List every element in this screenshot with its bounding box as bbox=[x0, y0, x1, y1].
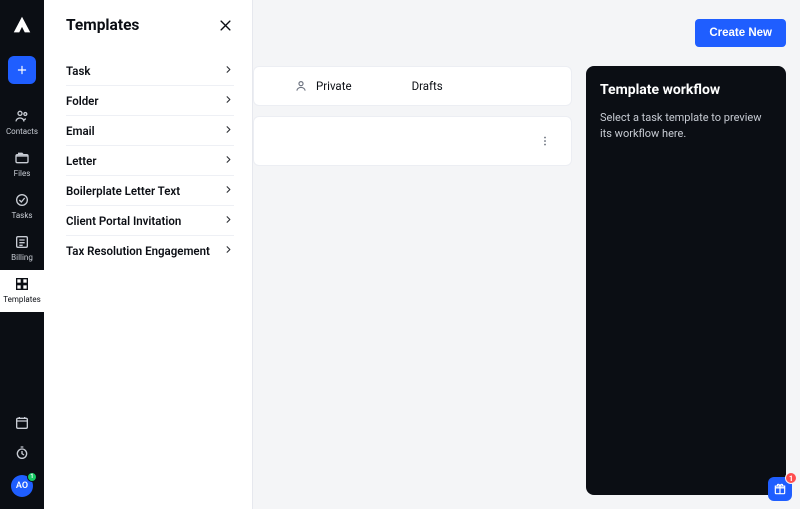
panel-item-tax[interactable]: Tax Resolution Engagement bbox=[66, 236, 234, 266]
help-badge: 1 bbox=[785, 472, 797, 484]
list-row bbox=[253, 116, 572, 166]
left-column: Private Drafts bbox=[253, 66, 572, 495]
close-icon bbox=[218, 18, 233, 33]
nav-contacts[interactable]: Contacts bbox=[0, 102, 44, 144]
templates-panel: Templates Task Folder Email Letter bbox=[44, 0, 253, 509]
nav-files[interactable]: Files bbox=[0, 144, 44, 186]
preview-title: Template workflow bbox=[600, 82, 772, 98]
files-icon bbox=[14, 150, 30, 166]
kebab-icon bbox=[538, 134, 552, 148]
nav-billing[interactable]: Billing bbox=[0, 228, 44, 270]
tab-drafts[interactable]: Drafts bbox=[412, 79, 443, 93]
nav-label: Files bbox=[14, 170, 31, 178]
panel-header: Templates bbox=[66, 16, 234, 34]
nav-label: Billing bbox=[11, 254, 33, 262]
app-root: Contacts Files Tasks Billing Templates bbox=[0, 0, 800, 509]
tab-row: Private Drafts bbox=[253, 66, 572, 106]
panel-item-invitation[interactable]: Client Portal Invitation bbox=[66, 206, 234, 236]
panel-item-label: Tax Resolution Engagement bbox=[66, 244, 210, 258]
chevron-right-icon bbox=[223, 184, 234, 198]
main-area: Create New Private Drafts bbox=[253, 0, 800, 509]
sidebar: Contacts Files Tasks Billing Templates bbox=[0, 0, 44, 509]
topbar: Create New bbox=[253, 0, 800, 66]
nav-tasks[interactable]: Tasks bbox=[0, 186, 44, 228]
nav-label: Templates bbox=[3, 296, 40, 304]
panel-item-email[interactable]: Email bbox=[66, 116, 234, 146]
billing-icon bbox=[14, 234, 30, 250]
tab-label: Private bbox=[316, 79, 352, 93]
panel-item-folder[interactable]: Folder bbox=[66, 86, 234, 116]
avatar-badge: 1 bbox=[27, 472, 37, 482]
panel-item-label: Folder bbox=[66, 94, 99, 108]
panel-item-label: Email bbox=[66, 124, 95, 138]
tab-label: Drafts bbox=[412, 79, 443, 93]
gift-icon bbox=[773, 482, 787, 496]
panel-item-label: Letter bbox=[66, 154, 96, 168]
panel-item-label: Client Portal Invitation bbox=[66, 214, 181, 228]
panel-item-label: Task bbox=[66, 64, 90, 78]
close-button[interactable] bbox=[216, 16, 234, 34]
preview-text: Select a task template to preview its wo… bbox=[600, 110, 772, 142]
preview-panel: Template workflow Select a task template… bbox=[586, 66, 786, 495]
chevron-right-icon bbox=[223, 64, 234, 78]
chevron-right-icon bbox=[223, 214, 234, 228]
panel-item-letter[interactable]: Letter bbox=[66, 146, 234, 176]
person-icon bbox=[294, 79, 308, 93]
panel-item-boilerplate[interactable]: Boilerplate Letter Text bbox=[66, 176, 234, 206]
panel-title: Templates bbox=[66, 16, 139, 34]
nav-label: Contacts bbox=[6, 128, 38, 136]
tasks-icon bbox=[14, 192, 30, 208]
content: Private Drafts Template workflow Select … bbox=[253, 66, 800, 509]
chevron-right-icon bbox=[223, 244, 234, 258]
chevron-right-icon bbox=[223, 154, 234, 168]
templates-icon bbox=[14, 276, 30, 292]
tab-private[interactable]: Private bbox=[294, 79, 352, 93]
calendar-icon[interactable] bbox=[14, 415, 30, 431]
help-widget[interactable]: 1 bbox=[768, 477, 792, 501]
sidebar-bottom: AO 1 bbox=[11, 415, 33, 509]
create-new-button[interactable]: Create New bbox=[695, 19, 786, 47]
avatar[interactable]: AO 1 bbox=[11, 475, 33, 497]
chevron-right-icon bbox=[223, 124, 234, 138]
row-menu-button[interactable] bbox=[537, 133, 553, 149]
timer-icon[interactable] bbox=[14, 445, 30, 461]
avatar-initials: AO bbox=[16, 481, 28, 491]
nav-templates[interactable]: Templates bbox=[0, 270, 44, 312]
panel-item-label: Boilerplate Letter Text bbox=[66, 184, 180, 198]
panel-list: Task Folder Email Letter Boilerplate Let… bbox=[66, 56, 234, 266]
contacts-icon bbox=[14, 108, 30, 124]
nav-label: Tasks bbox=[12, 212, 33, 220]
chevron-right-icon bbox=[223, 94, 234, 108]
panel-item-task[interactable]: Task bbox=[66, 56, 234, 86]
app-logo bbox=[11, 14, 33, 36]
add-button[interactable] bbox=[8, 56, 36, 84]
